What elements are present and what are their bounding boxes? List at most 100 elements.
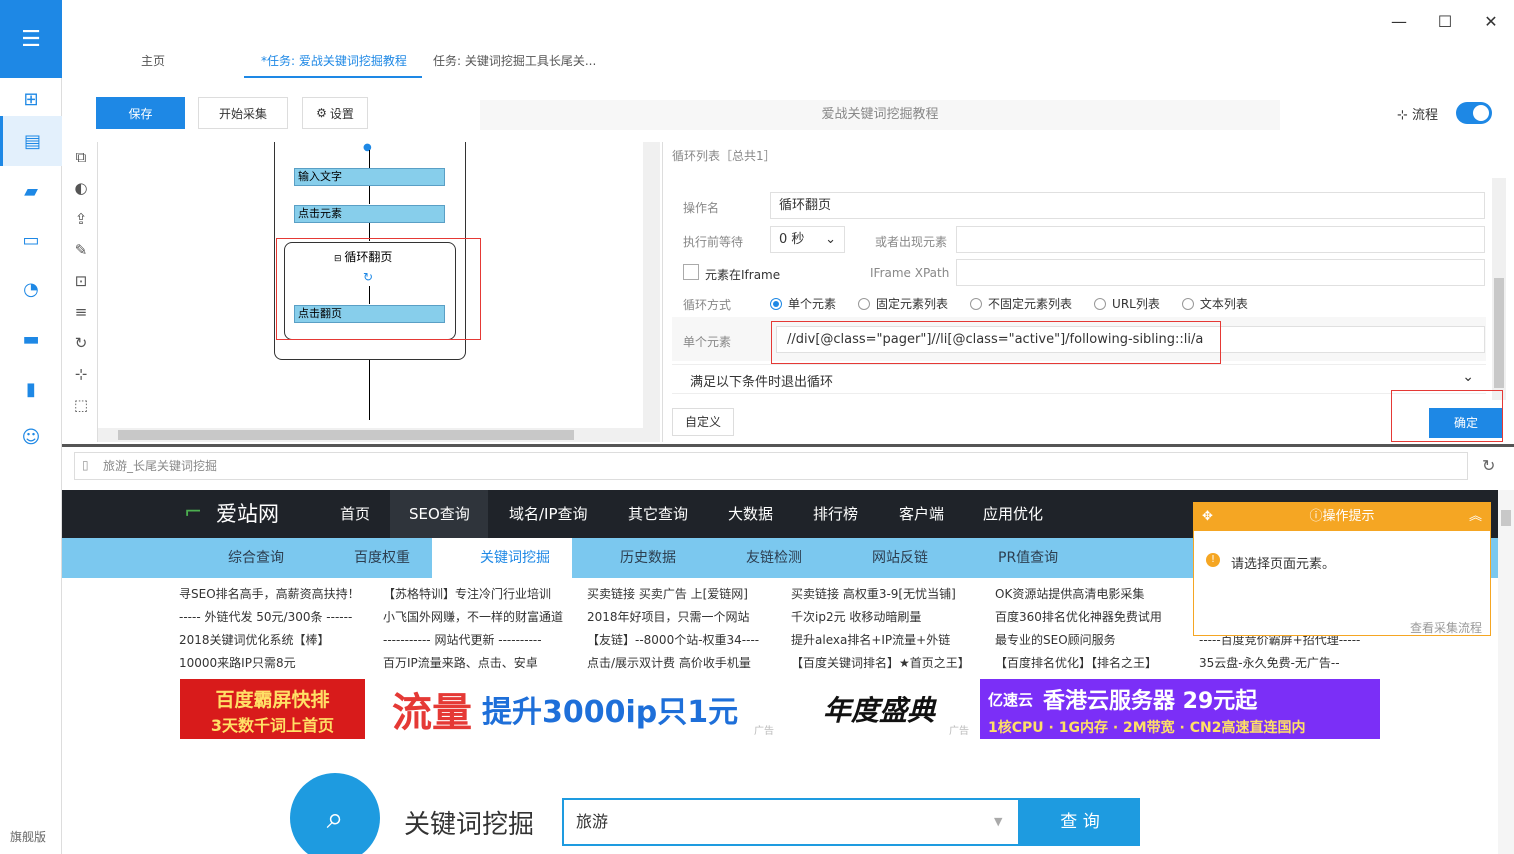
banner-traffic[interactable]: 流量 提升3000ip只1元 广告 [382, 679, 776, 739]
exit-condition-row[interactable]: 满足以下条件时退出循环 ⌄ [672, 364, 1486, 394]
click-icon[interactable]: ◐ [64, 173, 98, 203]
subnav-backlink[interactable]: 网站反链 [872, 538, 928, 578]
ad-link[interactable]: 35云盘-永久免费-无广告-- [1199, 652, 1360, 675]
view-flow-link[interactable]: 查看采集流程 [1410, 619, 1482, 636]
nav-bigdata[interactable]: 大数据 [728, 490, 773, 538]
subnav-friendlink[interactable]: 友链检测 [746, 538, 802, 578]
props-scrollbar[interactable] [1492, 178, 1506, 400]
nav-domain[interactable]: 域名/IP查询 [509, 490, 588, 538]
radio-url-list[interactable]: URL列表 [1094, 295, 1160, 312]
banner-baidu-rank[interactable]: 百度霸屏快排 3天数千词上首页 [180, 679, 365, 739]
site-logo[interactable]: 爱站网 [216, 490, 279, 538]
ad-link[interactable]: 千次ip2元 收移动暗刷量 [791, 606, 970, 629]
or-appear-input[interactable] [956, 226, 1485, 253]
book-icon[interactable]: ▮ [0, 364, 62, 414]
ad-link[interactable]: 百度360排名优化神器免费试用 [995, 606, 1162, 629]
iframe-checkbox[interactable] [683, 264, 699, 280]
banner-yisu-cloud[interactable]: 亿速云 香港云服务器 29元起 1核CPU · 1G内存 · 2M带宽 · CN… [980, 679, 1380, 739]
wait-select[interactable]: 0 秒 ⌄ [770, 226, 845, 253]
subnav-baidu-weight[interactable]: 百度权重 [354, 538, 410, 578]
subnav-general[interactable]: 综合查询 [228, 538, 284, 578]
nav-other[interactable]: 其它查询 [628, 490, 688, 538]
move-icon[interactable]: ✥ [1202, 503, 1213, 531]
tab-task-tutorial[interactable]: *任务: 爱战关键词挖掘教程 [261, 52, 407, 78]
subnav-keyword-mining[interactable]: 关键词挖掘 [480, 538, 550, 578]
url-input[interactable]: 旅游_长尾关键词挖掘 [74, 452, 1468, 480]
radio-fixed-list[interactable]: 固定元素列表 [858, 295, 948, 312]
ad-link[interactable]: OK资源站提供高清电影采集 [995, 583, 1162, 606]
nav-rank[interactable]: 排行榜 [813, 490, 858, 538]
keyword-search-input[interactable]: 旅游 [562, 798, 1020, 846]
subnav-history[interactable]: 历史数据 [620, 538, 676, 578]
chevron-down-icon: ⌄ [825, 232, 836, 247]
scroll-thumb[interactable] [1494, 278, 1504, 388]
open-page-icon[interactable]: ⧉ [64, 142, 98, 172]
captcha-icon[interactable]: ⊡ [64, 266, 98, 296]
ad-link[interactable]: 小飞国外网赚，不一样的财富通道 [383, 606, 563, 629]
node-click-element[interactable]: 点击元素 [294, 205, 445, 223]
ad-link[interactable]: 最专业的SEO顾问服务 [995, 629, 1162, 652]
menu-icon[interactable]: ☰ [0, 0, 62, 78]
ad-link[interactable]: 2018年好项目，只需一个网站 [587, 606, 759, 629]
extract-icon[interactable]: ⇪ [64, 204, 98, 234]
radio-text-list[interactable]: 文本列表 [1181, 295, 1248, 312]
maximize-icon[interactable]: ☐ [1422, 0, 1468, 42]
canvas-vertical-scrollbar[interactable] [643, 142, 660, 442]
pie-chart-icon[interactable]: ◔ [0, 264, 62, 314]
keyword-tool-icon: ⌕ [290, 773, 380, 854]
settings-button[interactable]: ⚙ 设置 [302, 97, 368, 129]
wait-label: 执行前等待 [683, 235, 744, 249]
iframe-xpath-input[interactable] [956, 259, 1485, 286]
search-button[interactable]: 查 询 [1020, 798, 1140, 846]
ad-link[interactable]: 寻SEO排名高手，高薪资高扶持！ [179, 583, 360, 606]
nav-home[interactable]: 首页 [340, 490, 370, 538]
ad-link[interactable]: 买卖链接 高权重3-9[无忧当铺] [791, 583, 970, 606]
scroll-thumb[interactable] [118, 430, 574, 440]
tab-task-longtail[interactable]: 任务: 关键词挖掘工具长尾关... [433, 52, 596, 78]
tab-home[interactable]: 主页 [141, 52, 165, 78]
scroll-thumb[interactable] [1501, 510, 1511, 526]
ad-link[interactable]: 百万IP流量来路、点击、安卓 [383, 652, 563, 675]
refresh-icon[interactable]: ↻ [1482, 456, 1495, 475]
ad-link[interactable]: 买卖链接 买卖广告 上[爱链网] [587, 583, 759, 606]
ad-link[interactable]: 提升alexa排名+IP流量+外链 [791, 629, 970, 652]
user-icon[interactable]: ☺ [0, 412, 62, 462]
store-icon[interactable]: ▭ [0, 215, 62, 265]
web-scrollbar[interactable] [1498, 490, 1514, 854]
start-collect-button[interactable]: 开始采集 [198, 97, 288, 129]
document-icon[interactable]: ▤ [0, 116, 62, 166]
radio-single-element[interactable]: 单个元素 [770, 295, 836, 312]
chat-icon[interactable]: ▬ [0, 314, 62, 364]
ad-link[interactable]: 【百度排名优化】【排名之王】 [995, 652, 1162, 675]
input-text-icon[interactable]: ✎ [64, 235, 98, 265]
ad-link[interactable]: 【百度关键词排名】★首页之王】 [791, 652, 970, 675]
node-input-text[interactable]: 输入文字 [294, 168, 445, 186]
ad-link[interactable]: 【苏格特训】专注冷门行业培训 [383, 583, 563, 606]
canvas-horizontal-scrollbar[interactable] [98, 428, 643, 442]
op-name-input[interactable]: 循环翻页 [770, 192, 1485, 219]
minimize-icon[interactable]: — [1376, 0, 1422, 42]
dropdown-arrow-icon[interactable]: ▼ [994, 815, 1002, 828]
nav-app-opt[interactable]: 应用优化 [983, 490, 1043, 538]
loop-icon[interactable]: ↻ [64, 328, 98, 358]
collapse-up-icon[interactable]: ︽ [1469, 503, 1482, 531]
subnav-pr[interactable]: PR值查询 [998, 538, 1058, 578]
branch-icon[interactable]: ⊹ [64, 359, 98, 389]
radio-unfixed-list[interactable]: 不固定元素列表 [970, 295, 1072, 312]
ad-link[interactable]: ----------- 网站代更新 ---------- [383, 629, 563, 652]
switch-dropdown-icon[interactable]: ≡ [64, 297, 98, 327]
mouse-hover-icon[interactable]: ⬚ [64, 390, 98, 420]
save-button[interactable]: 保存 [96, 97, 185, 129]
banner-annual[interactable]: 年度盛典 广告 [787, 679, 971, 739]
flow-toggle[interactable] [1456, 102, 1492, 124]
ad-link[interactable]: 【友链】--8000个站-权重34---- [587, 629, 759, 652]
ad-link[interactable]: ----- 外链代发 50元/300条 ------ [179, 606, 360, 629]
briefcase-icon[interactable]: ▰ [0, 166, 62, 216]
ad-link[interactable]: 2018关键词优化系统【棒】 [179, 629, 360, 652]
nav-seo[interactable]: SEO查询 [409, 490, 470, 538]
close-icon[interactable]: ✕ [1468, 0, 1514, 42]
ad-link[interactable]: 10000来路IP只需8元 [179, 652, 360, 675]
nav-client[interactable]: 客户端 [899, 490, 944, 538]
custom-button[interactable]: 自定义 [672, 408, 734, 436]
ad-link[interactable]: 点击/展示双计费 高价收手机量 [587, 652, 759, 675]
